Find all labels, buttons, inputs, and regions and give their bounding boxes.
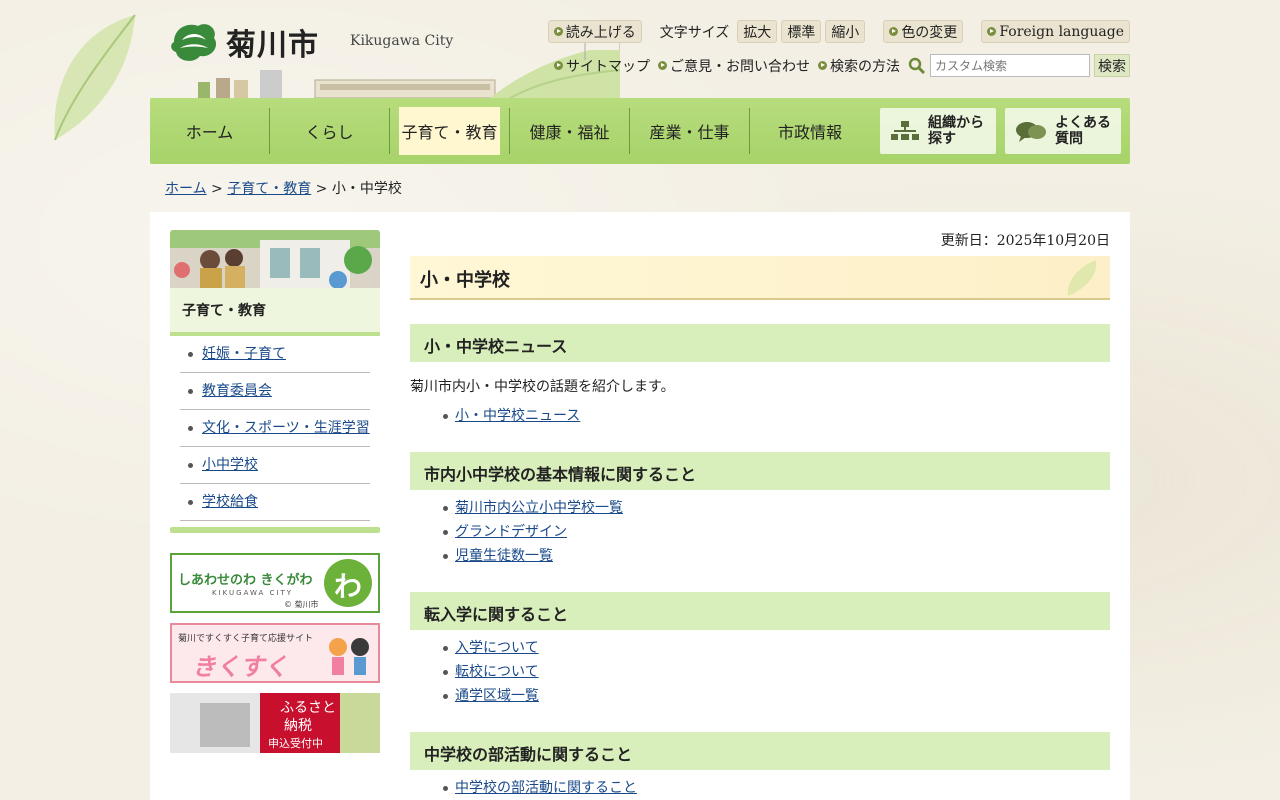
section-heading-news: 小・中学校ニュース (410, 324, 1110, 362)
children-illustration (329, 638, 369, 675)
font-standard-button[interactable]: 標準 (781, 20, 822, 43)
list-item[interactable]: 中学校の部活動に関すること (443, 776, 1110, 800)
list-item[interactable]: 入学について (443, 636, 1110, 660)
read-aloud-button[interactable]: 読み上げる (547, 20, 642, 43)
breadcrumb-separator: > (206, 181, 228, 197)
news-link-list: 小・中学校ニュース (410, 404, 1110, 428)
site-header: 菊川市 Kikugawa City 読み上げる 文字サイズ 拡大 標準 縮小 色… (150, 0, 1130, 99)
arrow-bullet-icon (554, 61, 563, 70)
leaf-decoration-icon (1067, 260, 1097, 296)
section-heading-club-activities: 中学校の部活動に関すること (410, 732, 1110, 770)
city-logo-icon (171, 24, 217, 61)
breadcrumb-category-link[interactable]: 子育て・教育 (227, 181, 311, 197)
arrow-bullet-icon (553, 27, 563, 36)
nav-industry-work[interactable]: 産業・仕事 (630, 108, 750, 154)
list-item[interactable]: グランドデザイン (443, 520, 1110, 544)
list-item[interactable]: 児童生徒数一覧 (443, 544, 1110, 568)
sidebar-item-culture-sports[interactable]: 文化・スポーツ・生涯学習 (180, 410, 370, 447)
sidebar-header-photo (170, 230, 380, 288)
search-icon (908, 57, 926, 74)
nav-city-info[interactable]: 市政情報 (750, 108, 870, 154)
section-description: 菊川市内小・中学校の話題を紹介します。 (410, 379, 675, 395)
nav-living[interactable]: くらし (270, 108, 390, 154)
page-title: 小・中学校 (410, 256, 1110, 300)
list-item[interactable]: 小・中学校ニュース (443, 404, 1110, 428)
arrow-bullet-icon (987, 27, 997, 36)
org-search-button[interactable]: 組織から探す (880, 108, 996, 154)
nav-childcare-education[interactable]: 子育て・教育 (390, 107, 510, 155)
utility-row-top: 読み上げる 文字サイズ 拡大 標準 縮小 色の変更 Foreign langua… (547, 20, 1130, 43)
speech-bubbles-icon (1016, 122, 1046, 142)
banner-title: きくすく (192, 653, 288, 681)
children-photo (170, 230, 380, 288)
utility-row-bottom: サイトマップ ご意見・お問い合わせ 検索の方法 検索 (554, 54, 1130, 77)
banner-text-line3: 申込受付中 (268, 737, 323, 750)
updated-date: 更新日：2025年10月20日 (940, 233, 1110, 249)
sidebar-item-school-lunch[interactable]: 学校給食 (180, 484, 370, 521)
nav-health-welfare[interactable]: 健康・福祉 (510, 108, 630, 154)
section-heading-basic-info: 市内小中学校の基本情報に関すること (410, 452, 1110, 490)
list-item[interactable]: 転校について (443, 660, 1110, 684)
shiawase-banner[interactable]: しあわせのわ きくがわ KIKUGAWA CITY © 菊川市 わ (170, 553, 380, 613)
arrow-bullet-icon (818, 61, 827, 70)
banner-text-line2: 納税 (284, 718, 312, 734)
sidebar-item-board-of-education[interactable]: 教育委員会 (180, 373, 370, 410)
banner-subtext: KIKUGAWA CITY (212, 589, 294, 597)
banner-mark: わ (333, 570, 362, 603)
site-title: 菊川市 (226, 28, 319, 63)
transfer-link-list: 入学について 転校について 通学区域一覧 (410, 636, 1110, 708)
section-heading-transfer: 転入学に関すること (410, 592, 1110, 630)
org-chart-icon (891, 121, 919, 140)
global-nav: ホーム くらし 子育て・教育 健康・福祉 産業・仕事 市政情報 組織から探す よ… (150, 98, 1130, 164)
org-search-label: 組織から探す (928, 115, 984, 147)
faq-button[interactable]: よくある質問 (1005, 108, 1121, 154)
sitemap-link[interactable]: サイトマップ (554, 56, 650, 76)
banner-text-line1: ふるさと (280, 700, 336, 716)
banner-text: 菊川ですくすく子育て応援サイト (178, 634, 314, 644)
leaf-decoration (54, 14, 136, 141)
kikusuku-banner[interactable]: 菊川ですくすく子育て応援サイト きくすく (170, 623, 380, 683)
basic-info-link-list: 菊川市内公立小中学校一覧 グランドデザイン 児童生徒数一覧 (410, 496, 1110, 568)
sidebar-divider (170, 527, 380, 533)
site-subtitle: Kikugawa City (350, 33, 454, 49)
search-input[interactable] (930, 54, 1090, 77)
breadcrumb-home-link[interactable]: ホーム (165, 181, 207, 197)
faq-label: よくある質問 (1055, 115, 1111, 147)
banner-credit: © 菊川市 (284, 600, 319, 609)
site-logo[interactable]: 菊川市 (168, 18, 319, 66)
font-size-label: 文字サイズ (659, 24, 730, 41)
list-item[interactable]: 菊川市内公立小中学校一覧 (443, 496, 1110, 520)
search-button[interactable]: 検索 (1094, 54, 1130, 77)
sidebar-heading: 子育て・教育 (170, 288, 380, 336)
sidebar-menu: 妊娠・子育て 教育委員会 文化・スポーツ・生涯学習 小中学校 学校給食 (180, 336, 370, 521)
arrow-bullet-icon (658, 61, 667, 70)
main-content: 更新日：2025年10月20日 小・中学校 小・中学校ニュース 菊川市内小・中学… (410, 230, 1110, 800)
font-small-button[interactable]: 縮小 (825, 20, 866, 43)
breadcrumb-current: 小・中学校 (331, 181, 402, 197)
arrow-bullet-icon (889, 27, 899, 36)
foreign-language-button[interactable]: Foreign language (981, 20, 1130, 43)
sidebar-item-pregnancy-childcare[interactable]: 妊娠・子育て (180, 336, 370, 373)
breadcrumb: ホーム > 子育て・教育 > 小・中学校 (165, 178, 402, 198)
inquiry-link[interactable]: ご意見・お問い合わせ (658, 56, 810, 76)
furusato-tax-banner[interactable]: ふるさと 納税 申込受付中 (170, 693, 380, 753)
list-item[interactable]: 通学区域一覧 (443, 684, 1110, 708)
banner-text: しあわせのわ きくがわ (178, 573, 313, 588)
sidebar-item-schools[interactable]: 小中学校 (180, 447, 370, 484)
color-change-button[interactable]: 色の変更 (883, 20, 964, 43)
nav-home[interactable]: ホーム (150, 108, 270, 154)
font-large-button[interactable]: 拡大 (737, 20, 778, 43)
club-link-list: 中学校の部活動に関すること (410, 776, 1110, 800)
breadcrumb-separator: > (311, 181, 332, 197)
content-panel: 子育て・教育 妊娠・子育て 教育委員会 文化・スポーツ・生涯学習 小中学校 学校… (150, 212, 1130, 800)
sidebar: 子育て・教育 妊娠・子育て 教育委員会 文化・スポーツ・生涯学習 小中学校 学校… (170, 230, 380, 753)
site-search: 検索 (908, 54, 1130, 77)
search-method-link[interactable]: 検索の方法 (818, 56, 900, 76)
